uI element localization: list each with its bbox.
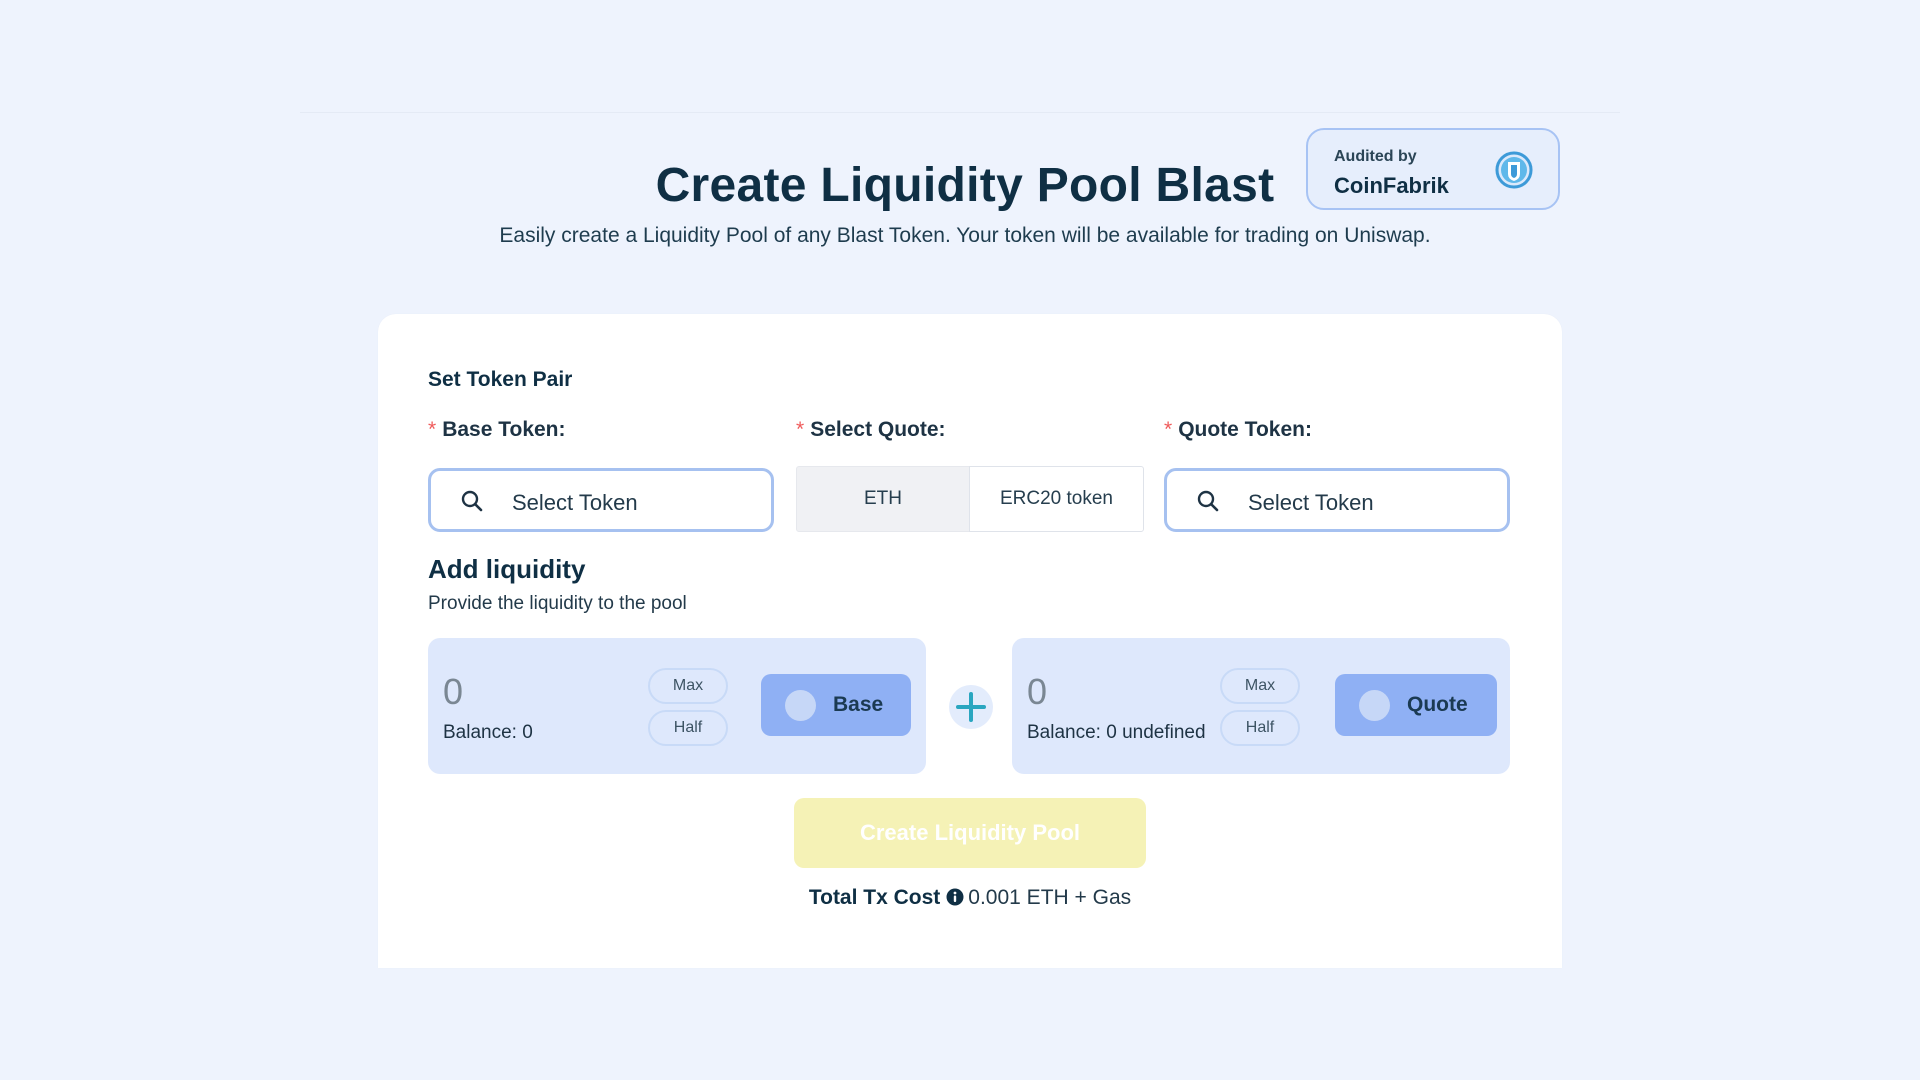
quote-token-label-text: Quote Token: — [1178, 418, 1312, 441]
add-liquidity-subheading: Provide the liquidity to the pool — [428, 593, 687, 614]
select-quote-label-text: Select Quote: — [810, 418, 946, 441]
page-subtitle: Easily create a Liquidity Pool of any Bl… — [499, 224, 1431, 247]
set-token-pair-heading: Set Token Pair — [428, 368, 573, 391]
base-balance: Balance: 0 — [443, 722, 533, 743]
page-title: Create Liquidity Pool Blast — [655, 159, 1275, 212]
page: Create Liquidity Pool Blast Easily creat… — [0, 0, 1920, 1080]
top-divider — [300, 112, 1620, 113]
plus-icon — [949, 685, 993, 729]
base-token-label-text: Base Token: — [442, 418, 566, 441]
audit-name: CoinFabrik — [1334, 173, 1449, 198]
token-placeholder-icon — [785, 690, 816, 721]
coinfabrik-shield-icon — [1495, 151, 1533, 189]
quote-token-placeholder: Select Token — [1248, 490, 1374, 515]
search-icon — [1197, 490, 1219, 512]
base-token-placeholder: Select Token — [512, 490, 638, 515]
required-mark: * — [428, 418, 437, 441]
quote-token-select[interactable]: Select Token — [1164, 468, 1510, 532]
tx-cost-value: 0.001 ETH + Gas — [968, 886, 1132, 909]
required-mark: * — [1164, 418, 1173, 441]
pool-form-card: Set Token Pair * Base Token: Select Token… — [378, 314, 1562, 968]
create-liquidity-pool-button[interactable]: Create Liquidity Pool — [794, 798, 1146, 868]
base-max-button[interactable]: Max — [648, 668, 728, 704]
base-token-label: * Base Token: — [428, 418, 566, 442]
base-token-select[interactable]: Select Token — [428, 468, 774, 532]
base-half-button[interactable]: Half — [648, 710, 728, 746]
quote-token-button[interactable]: Quote — [1335, 674, 1497, 736]
search-icon — [461, 490, 483, 512]
tx-cost-label: Total Tx Cost — [808, 886, 941, 909]
quote-token-label: * Quote Token: — [1164, 418, 1312, 442]
quote-option-eth[interactable]: ETH — [796, 466, 970, 532]
quote-type-toggle: ETH ERC20 token — [796, 466, 1144, 532]
audit-badge[interactable]: Audited by CoinFabrik — [1306, 128, 1560, 210]
base-token-button[interactable]: Base — [761, 674, 911, 736]
audit-label: Audited by — [1334, 148, 1417, 165]
add-liquidity-heading: Add liquidity — [428, 554, 586, 584]
info-icon[interactable] — [946, 888, 964, 906]
quote-half-button[interactable]: Half — [1220, 710, 1300, 746]
select-quote-label: * Select Quote: — [796, 418, 946, 442]
base-amount-input[interactable]: 0 — [443, 671, 463, 713]
total-tx-cost: Total Tx Cost 0.001 ETH + Gas — [378, 886, 1562, 910]
token-placeholder-icon — [1359, 690, 1390, 721]
quote-token-button-label: Quote — [1407, 693, 1468, 716]
base-token-button-label: Base — [833, 693, 884, 716]
quote-option-erc20[interactable]: ERC20 token — [969, 466, 1144, 532]
base-liquidity-box: 0 Balance: 0 Max Half Base — [428, 638, 926, 774]
quote-balance: Balance: 0 undefined — [1027, 722, 1206, 743]
quote-max-button[interactable]: Max — [1220, 668, 1300, 704]
required-mark: * — [796, 418, 805, 441]
quote-liquidity-box: 0 Balance: 0 undefined Max Half Quote — [1012, 638, 1510, 774]
quote-amount-input[interactable]: 0 — [1027, 671, 1047, 713]
